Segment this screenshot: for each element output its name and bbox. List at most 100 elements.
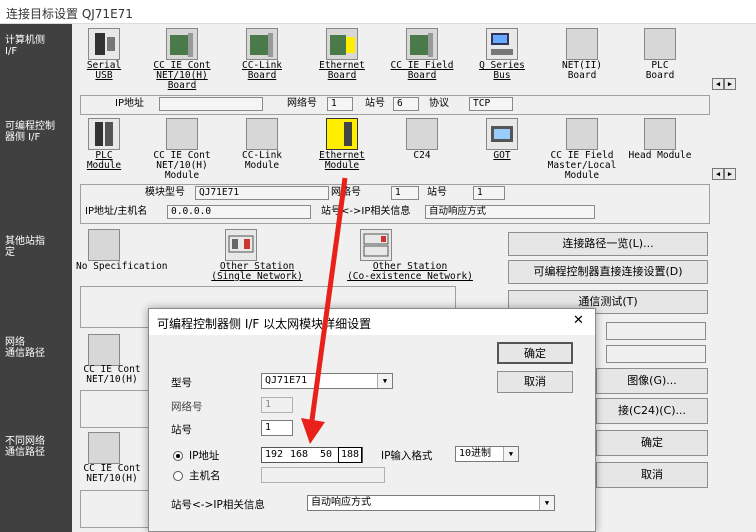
module-icon[interactable] [644, 118, 676, 150]
pc-if-label: NET(II) Board [561, 60, 603, 81]
ip-field[interactable] [159, 97, 263, 111]
ip-radio-label: IP地址 [189, 450, 220, 462]
close-icon[interactable]: ✕ [573, 313, 584, 328]
bus-icon[interactable] [486, 28, 518, 60]
pc-if-label: PLC Board [645, 60, 675, 81]
station-label: 站号 [171, 424, 192, 436]
dialog-title: 可编程控制器侧 I/F 以太网模块详细设置 [149, 309, 595, 335]
ip-host-label: IP地址/主机名 [85, 206, 148, 217]
model-dropdown[interactable]: QJ71E71 ▼ [261, 373, 393, 389]
plc-if-label: CC IE Field Master/Local Module [547, 150, 617, 181]
relation-field[interactable]: 自动响应方式 [425, 205, 595, 219]
dialog-ok-button[interactable]: 确定 [497, 342, 573, 364]
net-field[interactable]: 1 [327, 97, 353, 111]
ip-label: IP地址 [115, 98, 144, 109]
scroll-left-icon[interactable]: ◀ [712, 168, 724, 180]
scroll-right-icon[interactable]: ▶ [724, 168, 736, 180]
relation-value: 自动响应方式 [311, 497, 371, 508]
station-field[interactable]: 1 [261, 420, 293, 436]
net-label: 网络号 [171, 401, 203, 413]
no-specification-icon[interactable] [88, 229, 120, 261]
ethernet-board-icon[interactable] [326, 28, 358, 60]
pc-if-label: CC IE Field Board [390, 60, 454, 81]
system-image-field[interactable] [606, 322, 706, 340]
pc-side-label: 计算机侧 I/F [5, 35, 45, 57]
model-label: 型号 [171, 377, 192, 389]
relation-dropdown[interactable]: 自动响应方式 ▼ [307, 495, 555, 511]
host-radio[interactable] [173, 471, 183, 481]
plc-if-label: PLC Module [86, 150, 122, 171]
relation-label: 站号<->IP相关信息 [171, 499, 265, 511]
ip-radio[interactable] [173, 451, 183, 461]
plc-if-label: Ethernet Module [319, 150, 365, 171]
net-label: 网络号 [287, 98, 317, 109]
pc-if-label: Serial USB [86, 60, 122, 81]
ip-format-label: IP输入格式 [381, 450, 433, 462]
c24-button[interactable]: 接(C24)(C)... [596, 398, 708, 424]
station-field[interactable]: 6 [393, 97, 419, 111]
module-icon[interactable] [406, 118, 438, 150]
network-route-item-label: CC IE Cont NET/10(H) [83, 364, 141, 385]
scroll-left-icon[interactable]: ◀ [712, 78, 724, 90]
plc-if-label: GOT [493, 150, 511, 161]
dialog-cancel-button[interactable]: 取消 [497, 371, 573, 393]
chevron-down-icon: ▼ [503, 447, 518, 461]
net-field[interactable]: 1 [391, 186, 419, 200]
ip-octet: 192 [265, 449, 284, 460]
sidebar: 计算机侧 I/F 可编程控制 器侧 I/F 其他站指 定 网络 通信路径 不同网… [0, 24, 72, 532]
relation-label: 站号<->IP相关信息 [321, 206, 411, 217]
plc-if-label: CC-Link Module [241, 150, 283, 171]
board-icon[interactable] [166, 28, 198, 60]
other-station-label: Other Station (Single Network) [211, 261, 303, 282]
coexistence-network-icon[interactable] [360, 229, 392, 261]
other-station-label: No Specification [76, 261, 168, 272]
ip-format-value: 10进制 [459, 448, 492, 459]
station-field[interactable]: 1 [473, 186, 505, 200]
protocol-label: 协议 [429, 98, 449, 109]
pc-if-label: Q Series Bus [479, 60, 525, 81]
network-route-icon[interactable] [88, 334, 120, 366]
ip-format-dropdown[interactable]: 10进制 ▼ [455, 446, 519, 462]
serial-usb-icon[interactable] [88, 28, 120, 60]
board-icon[interactable] [406, 28, 438, 60]
diff-network-route-item-label: CC IE Cont NET/10(H) [83, 463, 141, 484]
plc-side-label: 可编程控制 器侧 I/F [5, 121, 55, 143]
route-list-button[interactable]: 连接路径一览(L)... [508, 232, 708, 256]
ip-address-field[interactable]: 192 168 50 188 [261, 447, 363, 463]
ip-octet: 50 [320, 449, 333, 460]
model-label: 模块型号 [145, 187, 185, 198]
model-field[interactable]: QJ71E71 [195, 186, 329, 200]
ip-octet: 168 [290, 449, 309, 460]
image-button[interactable]: 图像(G)... [596, 368, 708, 394]
ip-host-field[interactable]: 0.0.0.0 [167, 205, 311, 219]
ip-octet: 188 [338, 447, 362, 463]
board-icon[interactable] [566, 28, 598, 60]
net-label: 网络号 [331, 187, 361, 198]
pc-if-field-row: IP地址 网络号 1 站号 6 协议 TCP [80, 95, 710, 115]
chevron-down-icon: ▼ [377, 374, 392, 388]
model-value: QJ71E71 [265, 375, 308, 386]
got-icon[interactable] [486, 118, 518, 150]
pc-if-label: CC-Link Board [241, 60, 283, 81]
plc-if-field-row: 模块型号 QJ71E71 网络号 1 站号 1 IP地址/主机名 0.0.0.0… [80, 184, 710, 224]
module-icon[interactable] [166, 118, 198, 150]
station-label: 站号 [427, 187, 447, 198]
ok-button[interactable]: 确定 [596, 430, 708, 456]
scroll-right-icon[interactable]: ▶ [724, 78, 736, 90]
board-icon[interactable] [644, 28, 676, 60]
protocol-field[interactable]: TCP [469, 97, 513, 111]
single-network-icon[interactable] [225, 229, 257, 261]
host-name-field [261, 467, 385, 483]
module-icon[interactable] [246, 118, 278, 150]
net-field: 1 [261, 397, 293, 413]
cancel-button[interactable]: 取消 [596, 462, 708, 488]
module-icon[interactable] [566, 118, 598, 150]
plc-module-icon[interactable] [88, 118, 120, 150]
ethernet-module-icon[interactable] [326, 118, 358, 150]
direct-connect-button[interactable]: 可编程控制器直接连接设置(D) [508, 260, 708, 284]
board-icon[interactable] [246, 28, 278, 60]
network-route-label: 网络 通信路径 [5, 337, 45, 359]
system-image-field[interactable] [606, 345, 706, 363]
diff-network-route-icon[interactable] [88, 432, 120, 464]
host-radio-label: 主机名 [189, 470, 221, 482]
